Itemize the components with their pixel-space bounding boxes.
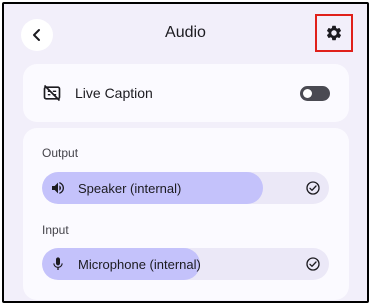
live-caption-toggle[interactable] [300,86,330,101]
microphone-label: Microphone (internal) [78,257,201,272]
check-circle-icon [306,257,320,271]
audio-settings-panel: Audio Live Caption Output Speaker (inter… [2,2,369,303]
output-section-label: Output [42,146,79,160]
volume-icon [52,182,64,194]
toggle-knob [303,89,312,98]
check-circle-icon [306,181,320,195]
page-title: Audio [165,24,206,41]
speaker-volume-slider[interactable]: Speaker (internal) [42,172,329,204]
microphone-icon [53,257,63,270]
input-section-label: Input [42,223,69,237]
settings-button[interactable] [315,14,353,52]
speaker-label: Speaker (internal) [78,181,182,196]
live-caption-card: Live Caption [23,64,349,122]
microphone-gain-slider[interactable]: Microphone (internal) [42,248,329,280]
gear-icon [326,25,342,41]
closed-caption-off-icon [43,84,61,102]
audio-devices-card: Output Speaker (internal) Input Micropho… [23,128,349,300]
live-caption-label: Live Caption [75,85,153,101]
